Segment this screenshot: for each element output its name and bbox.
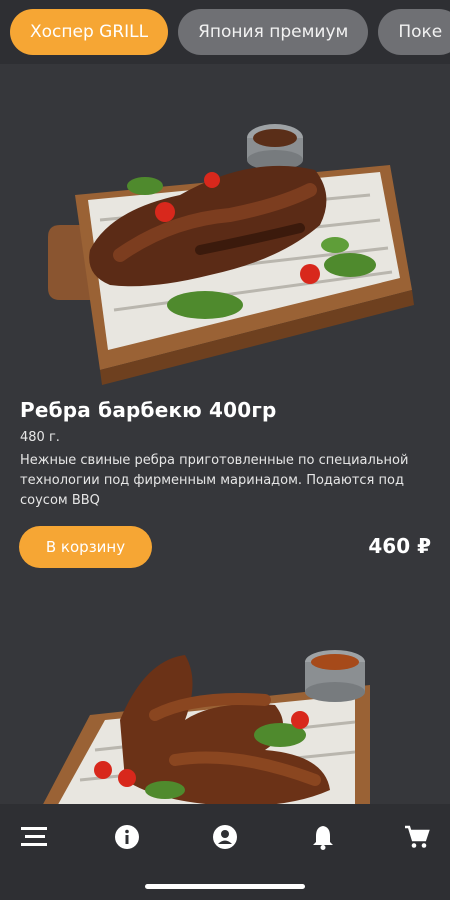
tab-japan-premium[interactable]: Япония премиум bbox=[178, 9, 369, 55]
menu-icon[interactable] bbox=[17, 820, 51, 854]
product-description: Нежные свиные ребра приготовленные по сп… bbox=[20, 453, 409, 508]
product-weight: 480 г. bbox=[20, 430, 60, 445]
product-title: Ребра барбекю 400гр bbox=[20, 398, 277, 422]
add-to-cart-button[interactable]: В корзину bbox=[19, 526, 152, 568]
info-icon[interactable] bbox=[110, 820, 144, 854]
category-tabs: Хоспер GRILL Япония премиум Поке bbox=[10, 9, 450, 55]
product-price: 460 ₽ bbox=[368, 534, 431, 558]
tab-hosper-grill[interactable]: Хоспер GRILL bbox=[10, 9, 169, 55]
category-bar: Хоспер GRILL Япония премиум Поке bbox=[0, 0, 450, 64]
cart-icon[interactable] bbox=[400, 820, 434, 854]
home-indicator[interactable] bbox=[145, 884, 305, 889]
tab-poke[interactable]: Поке bbox=[378, 9, 450, 55]
bell-icon[interactable] bbox=[306, 820, 340, 854]
next-product-image bbox=[40, 650, 370, 810]
product-image bbox=[48, 124, 414, 385]
account-icon[interactable] bbox=[208, 820, 242, 854]
